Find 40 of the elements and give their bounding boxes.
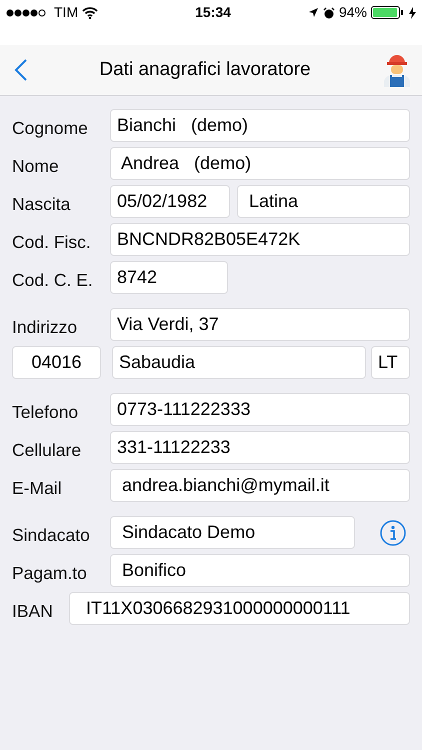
field-label: Cod. C. E. bbox=[12, 268, 94, 292]
input-field[interactable]: Andrea (demo) bbox=[110, 147, 410, 180]
field-label: IBAN bbox=[12, 600, 54, 623]
field-label: Sindacato bbox=[12, 524, 91, 547]
input-field[interactable]: LT bbox=[371, 346, 410, 379]
input-field[interactable]: 0773-111222333 bbox=[110, 393, 410, 426]
battery-percent: 94% bbox=[338, 3, 367, 22]
input-field[interactable]: 04016 bbox=[12, 346, 101, 379]
input-field[interactable]: Sindacato Demo bbox=[110, 516, 355, 549]
input-field[interactable]: BNCNDR82B05E472K bbox=[110, 223, 410, 256]
input-field[interactable]: IT11X0306682931000000000111 bbox=[69, 592, 410, 625]
field-label: Telefono bbox=[12, 400, 80, 424]
field-label: Cognome bbox=[12, 116, 89, 140]
field-label: Cellulare bbox=[12, 438, 82, 462]
input-field[interactable]: Latina bbox=[237, 185, 410, 218]
charging-bolt-icon bbox=[408, 6, 416, 18]
clock-time: 15:34 bbox=[195, 3, 231, 22]
wifi-icon bbox=[82, 6, 98, 18]
input-field[interactable]: 331-11122233 bbox=[110, 431, 410, 464]
worker-icon[interactable] bbox=[382, 53, 412, 87]
field-label: Indirizzo bbox=[12, 316, 78, 339]
field-label: Nome bbox=[12, 154, 60, 178]
back-icon[interactable] bbox=[14, 58, 28, 82]
input-field[interactable]: Sabaudia bbox=[112, 346, 366, 379]
field-label: E-Mail bbox=[12, 476, 63, 500]
input-field[interactable]: Bonifico bbox=[110, 554, 410, 587]
input-field[interactable]: 8742 bbox=[110, 261, 228, 294]
input-field[interactable]: 05/02/1982 bbox=[110, 185, 230, 218]
alarm-clock-icon bbox=[322, 6, 335, 18]
info-icon[interactable] bbox=[380, 520, 406, 546]
input-field[interactable]: Bianchi (demo) bbox=[110, 109, 410, 142]
input-field[interactable]: Via Verdi, 37 bbox=[110, 308, 410, 341]
field-label: Cod. Fisc. bbox=[12, 230, 92, 254]
field-label: Nascita bbox=[12, 192, 72, 216]
battery-icon bbox=[370, 6, 405, 19]
field-label: Pagam.to bbox=[12, 562, 88, 585]
carrier-name: TIM bbox=[54, 3, 78, 22]
input-field[interactable]: andrea.bianchi@mymail.it bbox=[110, 469, 410, 502]
screen-title: Dati anagrafici lavoratore bbox=[99, 58, 311, 80]
location-arrow-icon bbox=[308, 7, 319, 18]
